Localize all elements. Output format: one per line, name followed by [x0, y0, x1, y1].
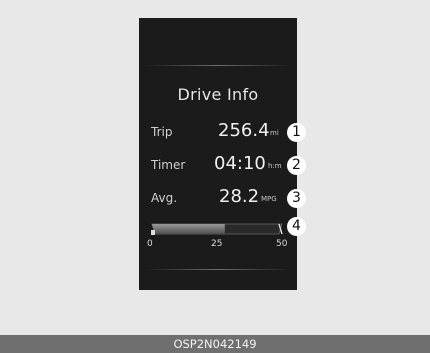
- figure-code-bar: OSP2N042149: [0, 335, 430, 353]
- trip-value: 256.4: [218, 120, 270, 141]
- callout-marker-4: 4: [287, 217, 306, 236]
- callout-marker-3: 3: [287, 189, 306, 208]
- gauge-start-marker: [151, 230, 155, 235]
- trip-row: Trip 256.4 mi 1: [139, 120, 306, 144]
- timer-row: Timer 04:10 h:m 2: [139, 153, 306, 177]
- gauge-fill: [152, 224, 225, 234]
- average-label: Avg.: [151, 191, 178, 205]
- timer-value: 04:10: [214, 153, 266, 174]
- fuel-economy-gauge: [151, 223, 283, 235]
- callout-marker-1: 1: [287, 123, 306, 142]
- display-title: Drive Info: [177, 85, 259, 104]
- average-value: 28.2: [219, 186, 260, 207]
- average-row: Avg. 28.2 MPG 3: [139, 186, 306, 210]
- figure-code: OSP2N042149: [173, 337, 257, 351]
- callout-marker-2: 2: [287, 156, 306, 175]
- gauge-mid-label: 25: [211, 239, 223, 249]
- gauge-min-label: 0: [147, 239, 153, 249]
- bottom-divider: [145, 269, 291, 270]
- trip-label: Trip: [151, 125, 173, 139]
- trip-unit: mi: [270, 129, 279, 137]
- timer-label: Timer: [151, 158, 186, 172]
- average-unit: MPG: [261, 195, 277, 203]
- drive-info-display: Drive Info Trip 256.4 mi 1 Timer 04:10 h…: [139, 18, 306, 290]
- top-divider: [145, 65, 291, 66]
- timer-unit: h:m: [268, 162, 282, 170]
- gauge-max-label: 50: [276, 239, 288, 249]
